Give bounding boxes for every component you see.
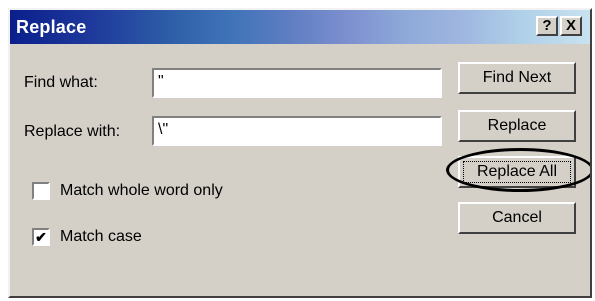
match-whole-word-checkbox[interactable] bbox=[32, 182, 50, 200]
match-case-checkbox[interactable]: ✔ bbox=[32, 228, 50, 246]
find-what-input[interactable]: " bbox=[152, 68, 442, 98]
dialog-title: Replace bbox=[16, 17, 87, 37]
replace-with-input[interactable]: \" bbox=[152, 116, 442, 146]
match-whole-word-label: Match whole word only bbox=[60, 182, 223, 199]
replace-with-label: Replace with: bbox=[24, 123, 121, 140]
help-button[interactable]: ? bbox=[536, 16, 558, 36]
replace-button[interactable]: Replace bbox=[458, 110, 576, 142]
replace-all-button[interactable]: Replace All bbox=[458, 156, 576, 188]
checkmark-icon: ✔ bbox=[35, 229, 47, 245]
close-button[interactable]: X bbox=[560, 16, 582, 36]
title-bar[interactable]: Replace ? X bbox=[10, 10, 590, 44]
replace-dialog: Replace ? X Find what: " Replace with: \… bbox=[8, 8, 592, 298]
find-next-button[interactable]: Find Next bbox=[458, 62, 576, 94]
find-what-label: Find what: bbox=[24, 74, 98, 91]
cancel-button[interactable]: Cancel bbox=[458, 202, 576, 234]
match-case-label: Match case bbox=[60, 228, 142, 245]
